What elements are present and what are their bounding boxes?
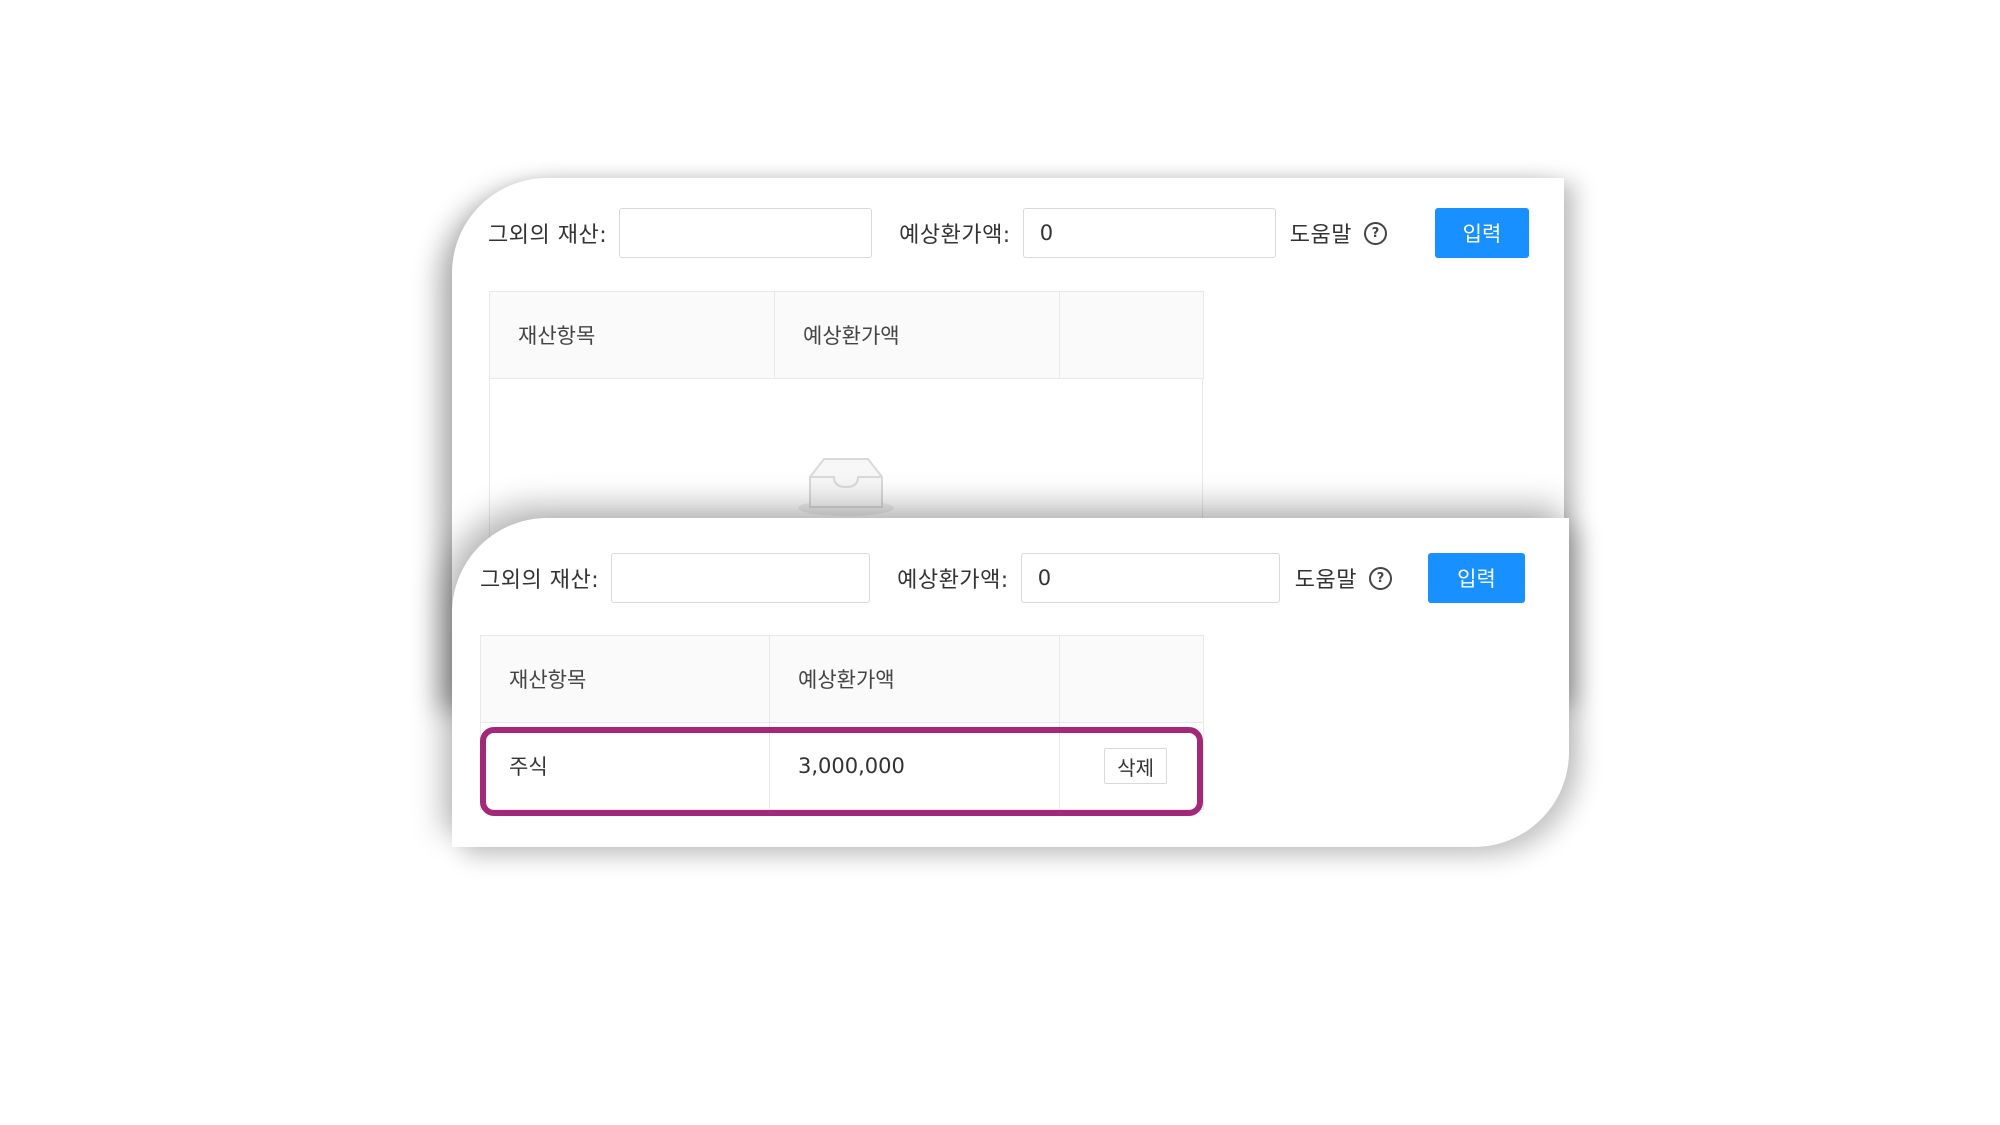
help-label: 도움말 — [1294, 568, 1357, 593]
asset-item-cell: 주식 — [480, 722, 770, 810]
other-asset-input[interactable] — [619, 208, 873, 258]
table-header-row: 재산항목 예상환가액 — [489, 291, 1204, 379]
asset-table: 재산항목 예상환가액 주식 3,000,000 삭제 — [480, 635, 1204, 810]
column-header-amount: 예상환가액 — [769, 635, 1060, 723]
column-header-action — [1059, 291, 1204, 379]
table-row: 주식 3,000,000 삭제 — [480, 722, 1204, 810]
estimated-value-label: 예상환가액: — [897, 568, 1009, 593]
column-header-item: 재산항목 — [489, 291, 775, 379]
action-cell: 삭제 — [1059, 722, 1204, 810]
asset-table: 재산항목 예상환가액 — [489, 291, 1204, 379]
other-asset-label: 그외의 재산: — [480, 568, 600, 593]
column-header-amount: 예상환가액 — [774, 291, 1060, 379]
submit-button[interactable]: 입력 — [1434, 208, 1529, 258]
asset-input-row: 그외의 재산: 예상환가액: 도움말 ? 입력 — [488, 208, 1529, 258]
question-circle-icon[interactable]: ? — [1363, 221, 1387, 245]
asset-input-row: 그외의 재산: 예상환가액: 도움말 ? 입력 — [480, 553, 1525, 603]
question-circle-icon[interactable]: ? — [1368, 566, 1392, 590]
estimated-value-label: 예상환가액: — [899, 223, 1011, 248]
column-header-item: 재산항목 — [480, 635, 770, 723]
empty-inbox-icon — [798, 458, 894, 516]
asset-amount-cell: 3,000,000 — [769, 722, 1060, 810]
table-header-row: 재산항목 예상환가액 — [480, 635, 1204, 723]
asset-panel-after: 그외의 재산: 예상환가액: 도움말 ? 입력 재산항목 예상환가액 주식 3,… — [452, 518, 1569, 847]
estimated-value-input[interactable] — [1020, 553, 1280, 603]
help-label: 도움말 — [1289, 223, 1352, 248]
other-asset-input[interactable] — [611, 553, 871, 603]
submit-button[interactable]: 입력 — [1427, 553, 1525, 603]
estimated-value-input[interactable] — [1022, 208, 1276, 258]
delete-button[interactable]: 삭제 — [1104, 748, 1167, 784]
column-header-action — [1059, 635, 1204, 723]
other-asset-label: 그외의 재산: — [488, 223, 608, 248]
